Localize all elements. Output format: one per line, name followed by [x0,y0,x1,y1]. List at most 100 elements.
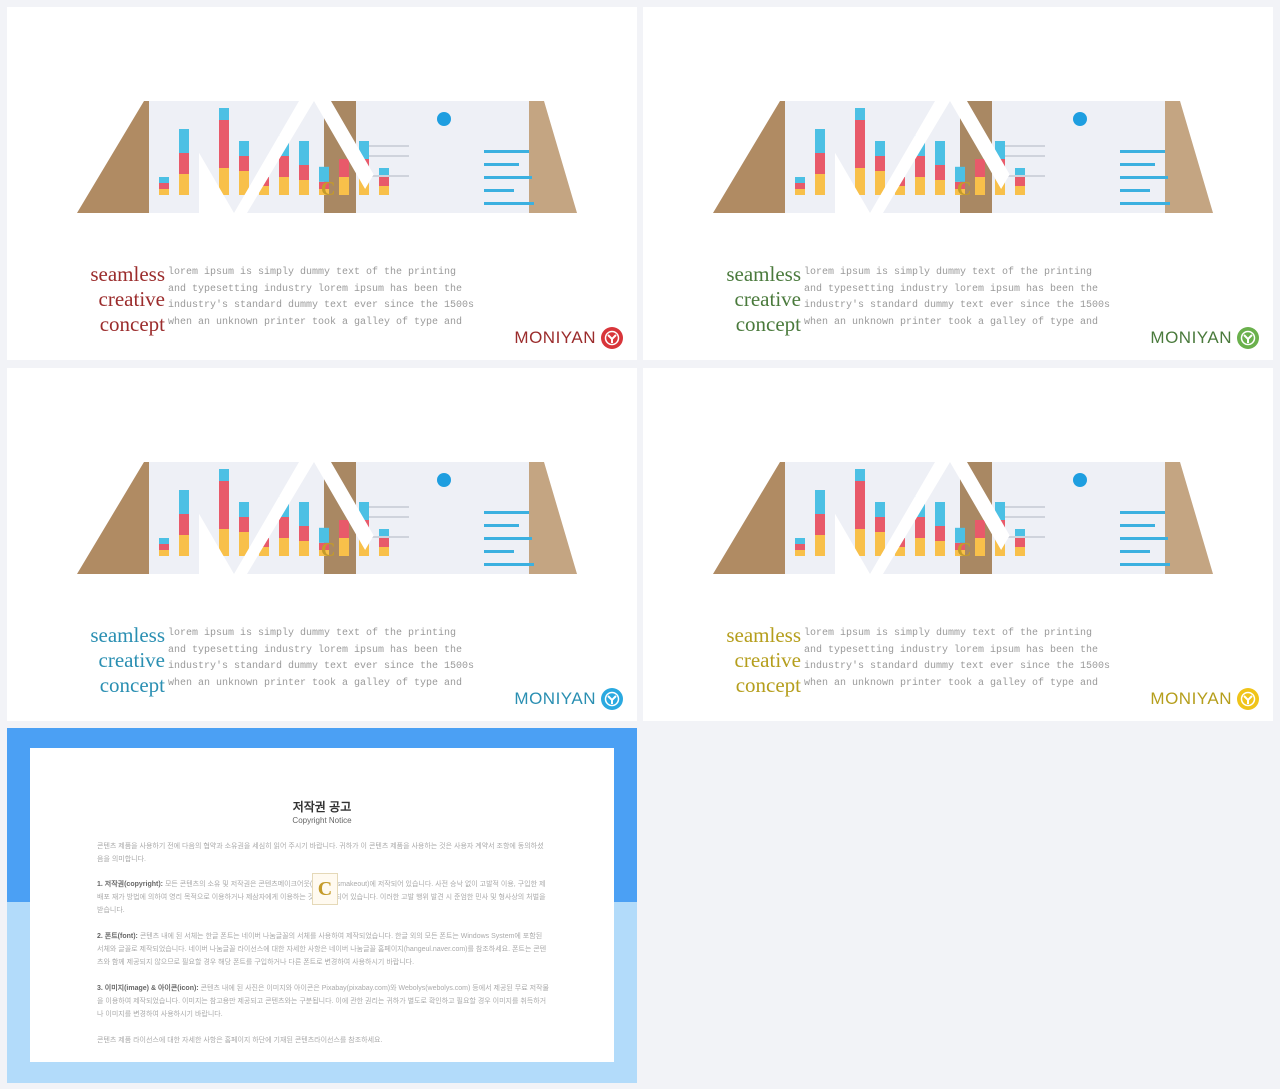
chart-bar [975,538,985,556]
logo-text: MONIYAN [1150,689,1232,708]
chart-bar [795,177,805,183]
logo-text: MONIYAN [514,689,596,708]
photo-banner: C [77,101,577,213]
photo-banner: C [77,462,577,574]
chart-bar [359,177,369,195]
chart-bar [339,159,349,177]
chart-bar [159,544,169,550]
template-slide[interactable]: C seamless creative concept lorem ipsum … [643,368,1273,721]
chart-bar [239,502,249,517]
chart-bar [359,538,369,556]
chart-bar [279,177,289,195]
chart-bar [219,481,229,529]
chart-bar [159,189,169,195]
chart-bar [875,532,885,556]
title-line: creative [734,287,801,311]
photo-banner-wrap: C [705,456,1221,581]
chart-bar [795,550,805,556]
section-heading: 3. 이미지(image) & 아이콘(icon): [97,985,199,992]
chart-bar [299,526,309,541]
body-line: and typesetting industry lorem ipsum has… [168,283,463,295]
body-line: industry's standard dummy text ever sinc… [804,300,1111,312]
slide-body: lorem ipsum is simply dummy text of the … [168,626,474,692]
chart-bar [239,532,249,556]
watermark-logo: C [312,873,338,905]
chart-bar [855,469,865,481]
chart-bar [1015,547,1025,556]
chart-bar [179,174,189,195]
chart-bar [379,547,389,556]
chart-bar [239,171,249,195]
brand-logo: MONIYAN [514,688,623,710]
chart-bar [159,183,169,189]
body-line: and typesetting industry lorem ipsum has… [168,644,463,656]
chart-bar [359,502,369,520]
body-line: lorem ipsum is simply dummy text of the … [804,267,1093,278]
template-slide[interactable]: C seamless creative concept lorem ipsum … [7,368,637,721]
body-line: industry's standard dummy text ever sinc… [804,661,1111,673]
chart-bar [935,165,945,180]
chart-bar [875,156,885,171]
svg-text:C: C [321,178,335,200]
body-line: industry's standard dummy text ever sinc… [168,661,475,673]
chart-bar [199,547,209,556]
chart-bar [359,159,369,177]
title-line: seamless [90,262,165,286]
body-line: and typesetting industry lorem ipsum has… [804,283,1099,295]
chart-bar [279,517,289,538]
chart-bar [379,177,389,186]
chart-bar [895,547,905,556]
body-line: lorem ipsum is simply dummy text of the … [168,267,457,278]
chart-bar [835,177,845,186]
chart-bar [935,541,945,556]
copyright-subtitle: Copyright Notice [292,816,352,825]
chart-bar [159,177,169,183]
slide-title: seamless creative concept [47,623,165,698]
chart-bar [179,129,189,153]
chart-bar [339,520,349,538]
logo-icon [601,327,623,349]
chart-bar [895,538,905,547]
template-slide[interactable]: C seamless creative concept lorem ipsum … [643,7,1273,360]
title-line: seamless [726,623,801,647]
chart-bar [179,535,189,556]
chart-bar [279,496,289,517]
chart-bar [935,526,945,541]
chart-bar [219,469,229,481]
svg-text:C: C [957,539,971,561]
chart-bar [875,141,885,156]
chart-bar [915,496,925,517]
chart-bar [915,135,925,156]
slide-body: lorem ipsum is simply dummy text of the … [804,626,1110,692]
body-line: lorem ipsum is simply dummy text of the … [168,628,457,639]
chart-bar [239,517,249,532]
chart-bar [795,544,805,550]
chart-bar [835,538,845,547]
photo-banner: C [713,462,1213,574]
brand-logo: MONIYAN [1150,327,1259,349]
chart-bar [179,490,189,514]
copyright-footer: 콘텐츠 제품 라이선스에 대한 자세한 사항은 홈페이지 하단에 기재된 콘텐츠… [97,1037,383,1044]
chart-bar [995,520,1005,538]
chart-bar [995,502,1005,520]
chart-bar [299,165,309,180]
chart-bar [279,156,289,177]
chart-bar [219,168,229,195]
slide-title: seamless creative concept [47,262,165,337]
chart-bar [199,538,209,547]
chart-bar [975,177,985,195]
chart-bar [995,159,1005,177]
chart-bar [199,186,209,195]
chart-bar [379,538,389,547]
body-line: industry's standard dummy text ever sinc… [168,300,475,312]
chart-bar [915,177,925,195]
logo-text: MONIYAN [1150,328,1232,347]
body-line: and typesetting industry lorem ipsum has… [804,644,1099,656]
chart-bar [855,168,865,195]
chart-bar [159,550,169,556]
body-line: lorem ipsum is simply dummy text of the … [804,628,1093,639]
template-slide[interactable]: C seamless creative concept lorem ipsum … [7,7,637,360]
chart-bar [795,538,805,544]
chart-bar [815,153,825,174]
chart-bar [159,538,169,544]
